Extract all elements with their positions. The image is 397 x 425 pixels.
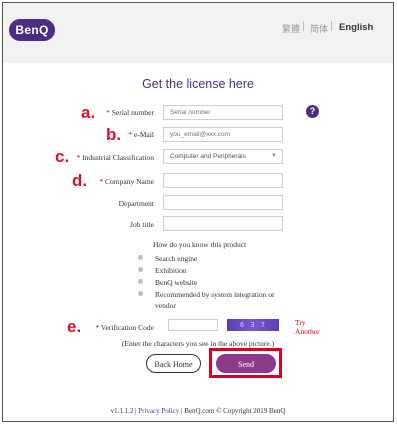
lang-traditional-chinese[interactable]: 繁體 — [282, 22, 300, 35]
radio-icon[interactable] — [138, 279, 143, 284]
lang-divider — [303, 21, 304, 31]
company-name-input[interactable] — [163, 173, 283, 188]
department-label: Department — [118, 199, 154, 208]
serial-number-input[interactable] — [163, 105, 283, 120]
send-button-highlight — [209, 348, 282, 378]
back-home-button[interactable]: Back Home — [146, 354, 201, 373]
captcha-image: 6 3 7 — [227, 319, 279, 331]
marker-e: e. — [67, 317, 82, 336]
radio-icon[interactable] — [138, 291, 143, 296]
job-title-input[interactable] — [163, 216, 283, 231]
header: BenQ 繁體 简体 English — [3, 3, 393, 63]
industrial-classification-value: Computer and Peripherals — [170, 153, 246, 160]
captcha-hint: (Enter the characters you see in the abo… — [121, 339, 275, 348]
lang-english[interactable]: English — [339, 22, 373, 33]
verification-code-label: * Verification Code — [95, 323, 154, 332]
how-known-question: How do you know this product — [153, 240, 247, 249]
privacy-policy-link[interactable]: Privacy Policy — [138, 407, 179, 415]
marker-c: c. — [55, 147, 70, 166]
page-title: Get the license here — [142, 77, 254, 91]
verification-code-input[interactable] — [168, 319, 218, 331]
marker-a: a. — [81, 103, 96, 122]
try-another-link[interactable]: Try Another — [295, 318, 331, 336]
marker-b: b. — [106, 125, 122, 144]
benq-site-link[interactable]: BenQ.com — [184, 407, 214, 415]
page-frame: BenQ 繁體 简体 English Get the license here … — [2, 2, 394, 422]
radio-icon[interactable] — [138, 267, 143, 272]
help-icon[interactable]: ? — [306, 105, 319, 118]
lang-divider — [331, 21, 332, 31]
footer: v1.1.1.2 | Privacy Policy | BenQ.com © C… — [110, 407, 286, 415]
department-input[interactable] — [163, 195, 283, 210]
serial-number-label: * Serial number — [106, 108, 154, 117]
footer-copyright: © Copyright 2019 BenQ — [216, 407, 286, 415]
marker-d: d. — [72, 171, 88, 190]
radio-icon[interactable] — [138, 255, 143, 260]
dropdown-caret-icon: ▼ — [271, 153, 277, 159]
email-input[interactable] — [163, 127, 283, 142]
lang-simplified-chinese[interactable]: 简体 — [310, 22, 328, 35]
email-label: * e-Mail — [128, 130, 154, 139]
job-title-label: Job title — [130, 220, 154, 229]
industrial-classification-label: * Industrial Classification — [76, 153, 155, 162]
company-name-label: * Company Name — [99, 177, 154, 186]
footer-version: v1.1.1.2 — [110, 407, 134, 415]
industrial-classification-select[interactable]: Computer and Peripherals ▼ — [163, 149, 283, 164]
benq-logo[interactable]: BenQ — [9, 19, 55, 41]
